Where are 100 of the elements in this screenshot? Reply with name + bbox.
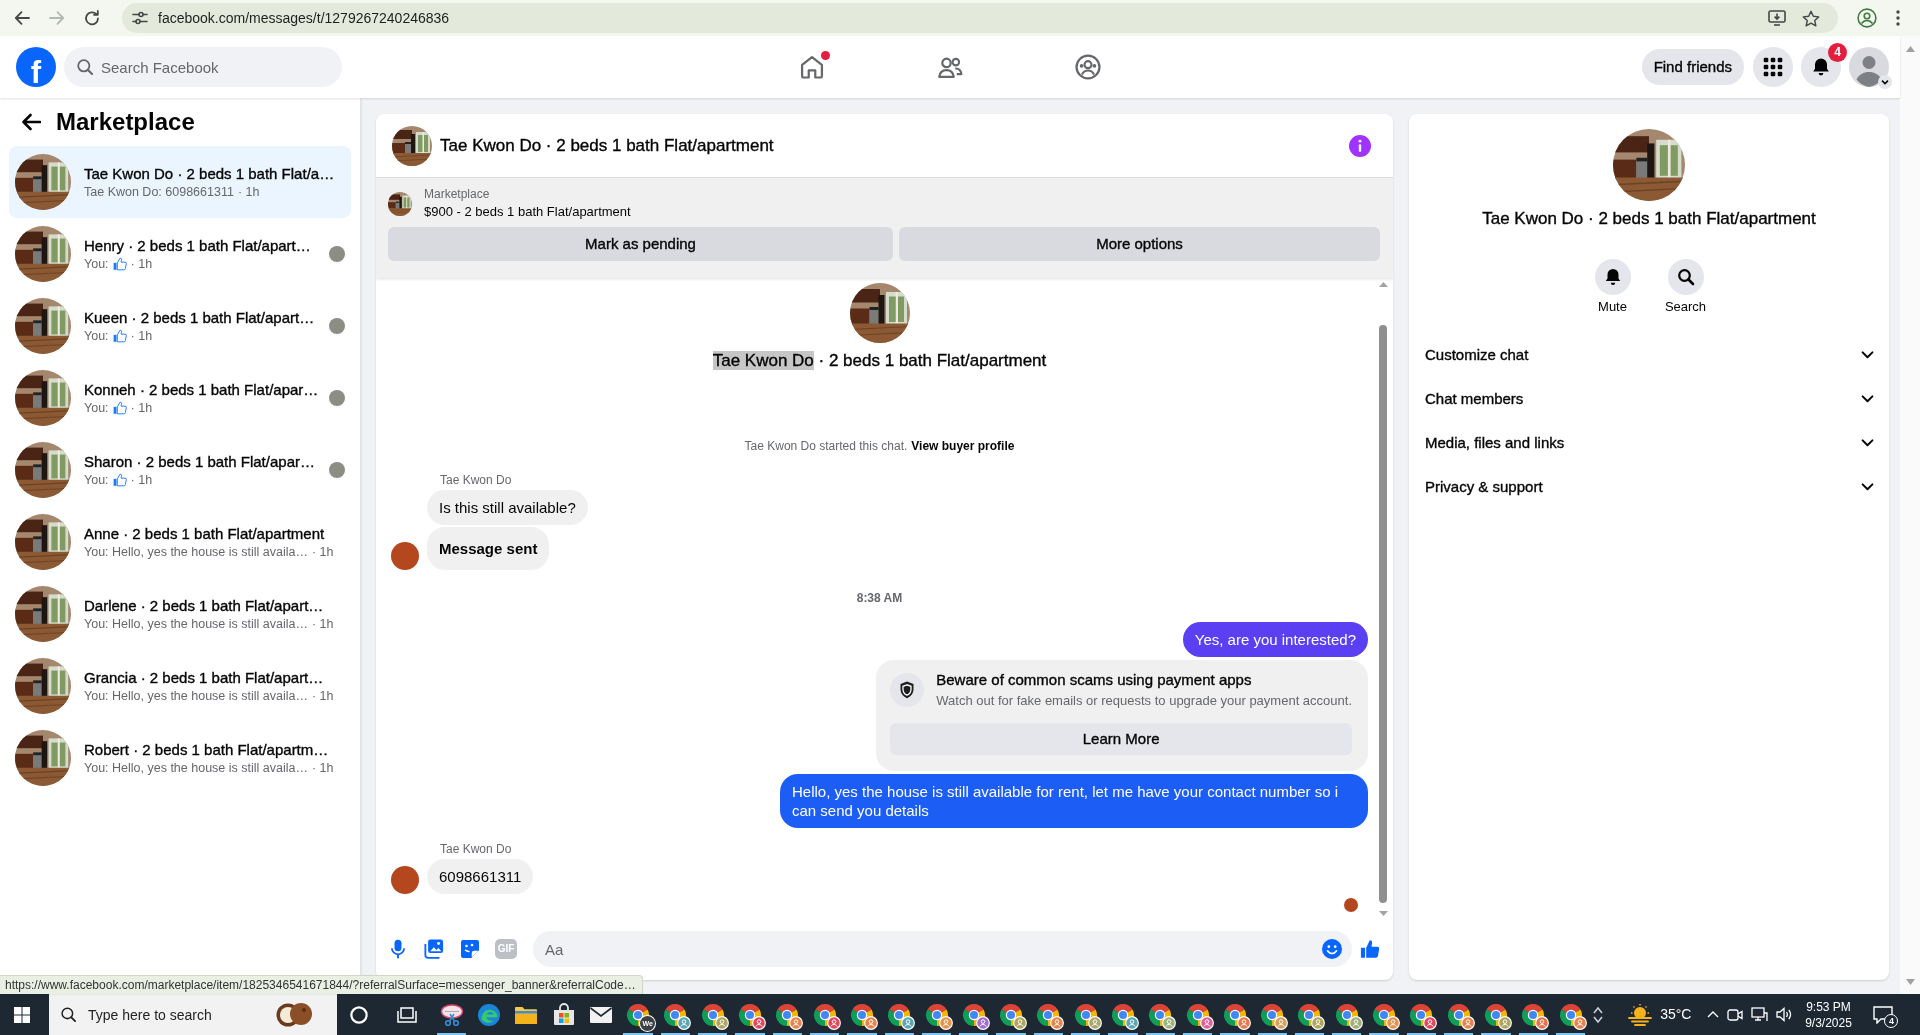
sticker-icon[interactable] [460,939,480,959]
microphone-icon[interactable] [391,939,405,959]
message-time: · 1h [311,615,334,633]
chat-thread[interactable]: Tae Kwon Do · 2 beds 1 bath Flat/a… Tae Kwon Do: 6098661311 · 1h [9,146,351,218]
scissors-icon[interactable] [439,1002,464,1027]
thread-title: Sharon · 2 beds 1 bath Flat/apar… [84,451,316,472]
profile-silhouette-icon[interactable] [1849,47,1889,87]
banner-label: Marketplace [424,186,491,203]
site-settings-icon[interactable] [132,11,148,25]
ring-icon[interactable] [350,1005,368,1024]
people-circle-icon [1074,53,1102,81]
sun-icon [1627,1003,1654,1026]
sender-name: Tae Kwon Do [440,472,512,488]
profile-icon[interactable] [1857,8,1877,28]
collapsible-section-header[interactable]: Customize chat [1409,333,1889,377]
banner-button[interactable]: Mark as pending [388,227,893,261]
mute-button[interactable]: Mute [1582,259,1643,315]
thread-title: Robert · 2 beds 1 bath Flat/apartm… [84,739,330,760]
caret-down-icon[interactable] [1878,75,1892,89]
kitchen-photo [15,730,71,786]
menu-grid-icon[interactable] [1753,47,1793,87]
install-app-icon[interactable] [1768,10,1786,26]
thread-title: Henry · 2 beds 1 bath Flat/apart… [84,235,312,256]
view-buyer-profile-link[interactable]: View buyer profile [911,439,1015,453]
chat-thread[interactable]: Henry · 2 beds 1 bath Flat/apart… You: · 1h [9,218,351,290]
kitchen-photo [15,226,71,282]
chat-thread[interactable]: Darlene · 2 beds 1 bath Flat/apart… You: Hello, yes the house is still availa… · 1h [9,578,351,650]
chat-thread[interactable]: Konneh · 2 beds 1 bath Flat/apar… You: · 1h [9,362,351,434]
message-preview: You: Hello, yes the house is still availa… [84,543,308,561]
chat-thread[interactable]: Sharon · 2 beds 1 bath Flat/apar… You: · 1h [9,434,351,506]
photo-icon[interactable] [424,939,444,959]
clock-time: 9:53 PM [1805,998,1852,1015]
message-bubble: Is this still available? [427,490,588,525]
thumbs-up-icon [112,257,127,271]
link-status-bar: https://www.facebook.com/marketplace/item/1825346541671844/?referralSurface=messenger_banner&referralCode… [0,975,643,994]
chrome-icon[interactable] [626,1002,651,1027]
taskbar-search-field[interactable]: Type here to search [49,994,337,1035]
notification-center-button[interactable]: 4 [1868,994,1899,1035]
camera-icon[interactable] [1727,1007,1744,1022]
kitchen-photo [15,658,71,714]
chat-thread[interactable]: Grancia · 2 beds 1 bath Flat/apart… You: Hello, yes the house is still availa… · 1h [9,650,351,722]
star-icon[interactable] [1802,9,1820,27]
start-icon[interactable] [14,1006,30,1023]
search-icon [61,1007,76,1022]
kitchen-photo [15,298,71,354]
collapsible-section-header[interactable]: Chat members [1409,377,1889,421]
message-bubble: Yes, are you interested? [1182,622,1368,657]
kitchen-photo [15,586,71,642]
logo[interactable]: f [16,47,56,87]
message-preview: You: [84,327,109,345]
timestamp: 8:38 AM [856,590,903,606]
search-field[interactable]: Search Facebook [64,47,342,87]
address-bar[interactable]: facebook.com/messages/t/1279267240246836 [122,3,1838,33]
collapsible-section-header[interactable]: Media, files and links [1409,421,1889,465]
chat-thread[interactable]: Anne · 2 beds 1 bath Flat/apartment You: Hello, yes the house is still availa… · 1h [9,506,351,578]
chat-thread[interactable]: Kueen · 2 beds 1 bath Flat/apart… You: · 1h [9,290,351,362]
shield-icon [890,673,925,707]
message-preview: You: Hello, yes the house is still availa… [84,615,308,633]
warning-text: Watch out for fake emails or requests to upgrade your payment account. [936,692,1352,710]
kitchen-photo [392,125,432,166]
more-menu-icon[interactable] [1896,10,1900,26]
thread-title: Darlene · 2 beds 1 bath Flat/apart… [84,595,325,616]
message-time: · 1h [130,399,153,417]
reload-icon[interactable] [84,10,100,26]
thread-title: Grancia · 2 beds 1 bath Flat/apart… [84,667,325,688]
message-time: · 1h [237,183,260,201]
emoji-icon[interactable] [1322,939,1342,959]
search-button[interactable]: Search [1655,259,1716,315]
chevron-up-icon[interactable] [1707,1011,1720,1018]
scrollbar-thumb[interactable] [1379,325,1387,903]
message-time: · 1h [130,255,153,273]
sidebar-title: Marketplace [56,107,195,137]
scroll-arrows-icon[interactable] [1593,1005,1604,1024]
task-view-icon[interactable] [397,1006,417,1023]
chat-thread[interactable]: Robert · 2 beds 1 bath Flat/apartm… You: Hello, yes the house is still availa… · 1h [9,722,351,794]
message-field[interactable]: Aa [533,931,1352,967]
swirl-icon[interactable] [476,1002,501,1027]
collapsible-section-header[interactable]: Privacy & support [1409,465,1889,509]
learn-more-button[interactable]: Learn More [890,723,1352,755]
back-arrow-icon[interactable] [14,10,30,26]
find-friends-button[interactable]: Find friends [1641,49,1744,85]
thread-title: Konneh · 2 beds 1 bath Flat/apar… [84,379,316,400]
network-icon[interactable] [1751,1007,1769,1022]
chat-title: Tae Kwon Do · 2 beds 1 bath Flat/apartment [440,134,774,157]
thumbs-up-icon[interactable] [1360,939,1380,959]
message-preview: You: [84,471,109,489]
coconut-icon[interactable] [276,1001,312,1027]
store-bag-icon[interactable] [551,1002,576,1027]
message-bubble: Message sent [427,527,550,570]
kitchen-photo [15,514,71,570]
info-icon[interactable] [1349,134,1371,157]
bell-icon[interactable] [1801,47,1841,87]
listing-summary: $900 - 2 beds 1 bath Flat/apartment [424,203,631,221]
banner-button[interactable]: More options [899,227,1380,261]
speech-bubble-icon [1873,1005,1894,1024]
chat-intro-title: Tae Kwon Do · 2 beds 1 bath Flat/apartment [712,350,1047,372]
speaker-icon[interactable] [1776,1007,1794,1022]
back-arrow-icon[interactable] [21,113,41,131]
sender-name: Tae Kwon Do [440,841,512,857]
thumbs-up-icon [112,329,127,343]
